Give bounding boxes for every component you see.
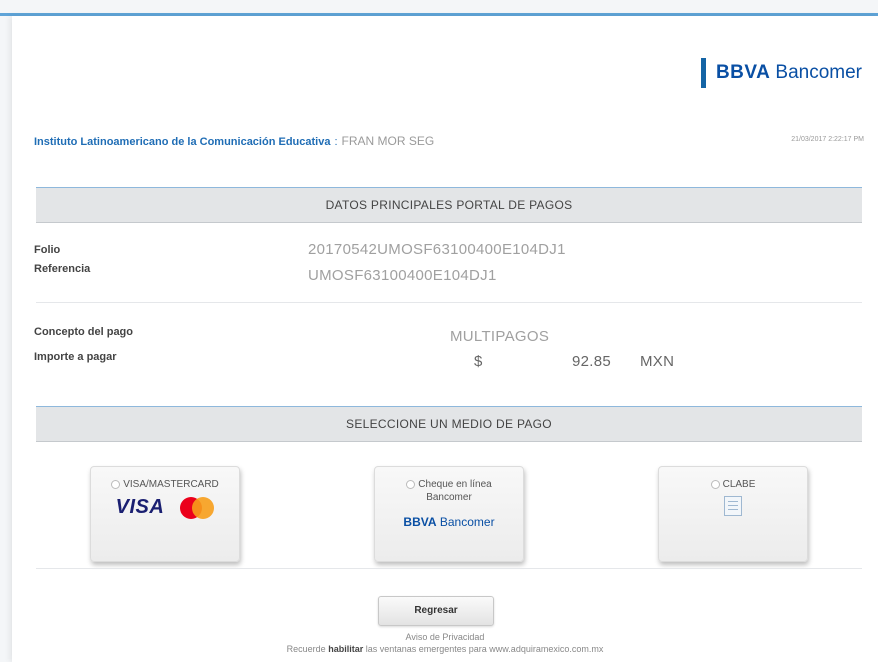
logo-bancomer-text: Bancomer [775,62,862,83]
concepto-label: Concepto del pago [34,326,133,338]
payment-options: VISA/MASTERCARD VISA Cheque en línea Ban… [12,466,878,566]
payment-section-header: SELECCIONE UN MEDIO DE PAGO [36,406,862,442]
institution-row: Instituto Latinoamericano de la Comunica… [34,134,864,154]
payment-portal-card: BBVA Bancomer Instituto Latinoamericano … [12,16,878,662]
institution-separator: : [334,136,338,148]
datetime-stamp: 21/03/2017 2:22:17 PM [791,136,864,143]
folio-label: Folio [34,244,61,256]
option-label: VISA/MASTERCARD [123,479,219,490]
reminder-prefix: Recuerde [286,644,326,654]
bbva-bancomer-logo: BBVA Bancomer [700,56,862,90]
option-label-line2: Bancomer [426,492,472,503]
reminder-bold: habilitar [328,644,364,654]
radio-button[interactable] [406,479,416,489]
reminder-suffix: las ventanas emergentes para www.adquira… [365,644,604,654]
radio-button[interactable] [710,479,720,489]
document-icon [724,496,742,516]
payment-option-clabe[interactable]: CLABE [658,466,808,562]
main-section-header: DATOS PRINCIPALES PORTAL DE PAGOS [36,187,862,223]
currency-code: MXN [640,353,675,370]
mastercard-logo [180,496,215,519]
folio-value: 20170542UMOSF63100400E104DJ1 [308,241,566,258]
option-title: Cheque en línea [375,479,523,490]
referencia-label: Referencia [34,263,91,275]
popup-reminder: Recuerde habilitar las ventanas emergent… [12,644,878,654]
institution-name: Instituto Latinoamericano de la Comunica… [34,136,331,148]
option-label-line1: Cheque en línea [418,479,492,490]
card-brand-logos: VISA [91,496,239,519]
concepto-value: MULTIPAGOS [450,328,550,345]
currency-symbol: $ [474,353,483,370]
logo-bbva-text: BBVA [715,62,771,83]
privacy-notice-link[interactable]: Aviso de Privacidad [12,632,878,642]
referencia-value: UMOSF63100400E104DJ1 [308,267,497,284]
option-label: CLABE [722,479,756,490]
logo-mark-icon [700,58,706,88]
importe-label: Importe a pagar [34,351,117,363]
user-name: FRAN MOR SEG [341,134,435,148]
top-accent-bar [0,0,878,16]
back-button[interactable]: Regresar [378,596,494,626]
option-title: VISA/MASTERCARD [91,479,239,490]
divider [36,568,862,569]
amount-value: 92.85 [572,353,612,370]
radio-button[interactable] [111,479,121,489]
option-title: CLABE [659,479,807,490]
visa-logo: VISA [115,496,165,518]
divider [36,302,862,303]
small-logo-bancomer: Bancomer [439,515,495,529]
small-logo-bbva: BBVA [403,515,437,529]
payment-option-visa-mastercard[interactable]: VISA/MASTERCARD VISA [90,466,240,562]
bbva-small-logo: BBVA Bancomer [375,515,523,529]
payment-option-cheque-bancomer[interactable]: Cheque en línea Bancomer BBVA Bancomer [374,466,524,562]
